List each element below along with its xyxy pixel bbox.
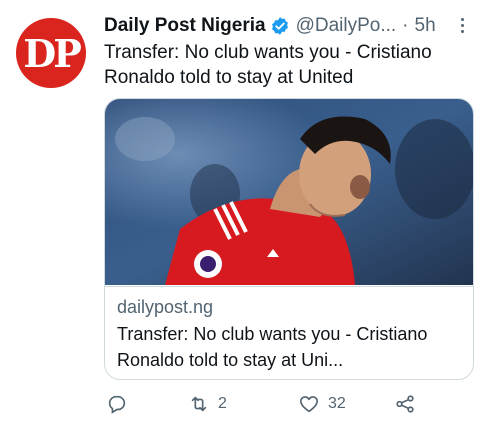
card-title: Transfer: No club wants you - Cristiano … xyxy=(117,324,428,370)
retweet-count: 2 xyxy=(218,395,227,412)
avatar[interactable]: DP xyxy=(16,18,86,88)
verified-icon xyxy=(271,17,288,35)
action-bar: 2 32 xyxy=(104,393,484,421)
card-image xyxy=(105,99,473,285)
retweet-icon xyxy=(191,396,207,412)
author-handle[interactable]: @DailyPo... xyxy=(296,15,397,37)
like-count: 32 xyxy=(328,395,346,412)
tweet-time[interactable]: 5h xyxy=(415,15,436,37)
tweet-text: Transfer: No club wants you - Cristiano … xyxy=(104,42,432,88)
tweet[interactable]: DP Daily Post Nigeria @DailyPo... · 5h T… xyxy=(0,0,490,431)
tweet-header: Daily Post Nigeria @DailyPo... · 5h xyxy=(104,14,474,38)
share-icon xyxy=(396,395,414,413)
card-domain: dailypost.ng xyxy=(117,297,214,317)
retweet-button[interactable]: 2 xyxy=(188,393,227,415)
reply-icon xyxy=(108,395,126,414)
separator-dot: · xyxy=(402,15,409,36)
reply-button[interactable] xyxy=(106,393,136,415)
more-icon[interactable] xyxy=(455,18,469,36)
link-card[interactable]: dailypost.ng Transfer: No club wants you… xyxy=(104,98,474,380)
card-body: dailypost.ng Transfer: No club wants you… xyxy=(105,286,473,379)
like-button[interactable]: 32 xyxy=(298,393,346,415)
share-button[interactable] xyxy=(394,393,416,415)
like-icon xyxy=(299,396,319,413)
author-name[interactable]: Daily Post Nigeria xyxy=(104,15,266,37)
avatar-logo-text: DP xyxy=(23,30,82,76)
